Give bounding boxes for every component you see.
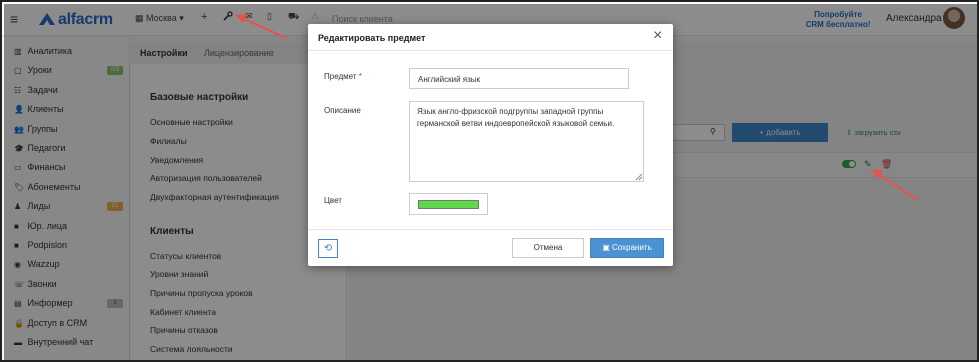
cancel-button[interactable]: Отмена [512, 238, 584, 258]
app-window: ≡ alfacrm ▦ Москва ▾ + ✉ ▯ ⛟ ⚠ Поиск кли… [0, 0, 979, 362]
subject-input[interactable]: Английский язык [409, 68, 629, 89]
description-label: Описание [324, 106, 361, 115]
subject-label-text: Предмет [324, 72, 357, 81]
save-label: Сохранить [612, 243, 652, 252]
required-mark: * [358, 72, 362, 81]
subject-label: Предмет * [324, 72, 362, 81]
color-label: Цвет [324, 196, 342, 205]
edit-subject-modal: Редактировать предмет × Предмет * Англий… [308, 24, 673, 266]
save-icon: ▣ [602, 243, 612, 252]
undo-icon: ⟲ [323, 243, 333, 254]
annotation-arrow-right [871, 169, 919, 201]
resize-handle-icon[interactable] [635, 173, 643, 181]
description-textarea[interactable]: Язык англо-фризской подгруппы западной г… [409, 101, 644, 182]
save-button[interactable]: ▣ Сохранить [590, 238, 664, 258]
close-icon[interactable]: × [653, 28, 662, 44]
modal-header-divider [308, 50, 673, 51]
modal-footer-divider [308, 229, 673, 230]
color-swatch [418, 200, 479, 209]
reset-button[interactable]: ⟲ [318, 239, 338, 258]
annotation-arrow-top [235, 14, 287, 39]
color-picker[interactable] [409, 193, 488, 215]
modal-title: Редактировать предмет [318, 33, 426, 43]
